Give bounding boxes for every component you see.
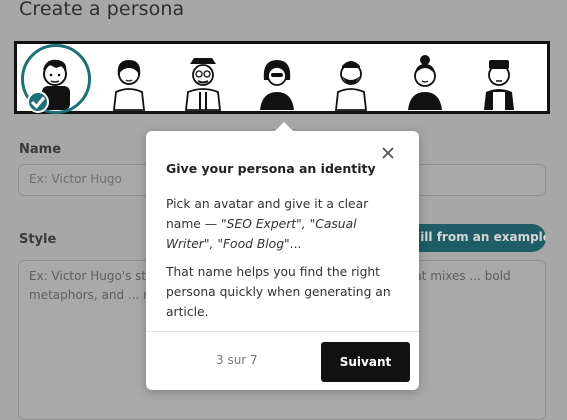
avatar-option-2[interactable] <box>96 46 162 112</box>
person-illustration-icon <box>260 60 294 110</box>
popover-paragraph-2: That name helps you find the right perso… <box>166 265 391 319</box>
avatar-option-6[interactable] <box>392 46 458 112</box>
person-illustration-icon <box>484 60 514 110</box>
popover-title: Give your persona an identity <box>166 161 376 176</box>
person-illustration-icon <box>408 55 442 110</box>
popover-ellipsis: ... <box>289 237 302 251</box>
person-illustration-icon <box>334 61 368 111</box>
popover-arrow <box>274 122 294 132</box>
person-illustration-icon <box>112 60 146 111</box>
avatar-option-3[interactable] <box>170 46 236 112</box>
person-illustration-icon <box>184 58 222 111</box>
divider <box>146 331 419 332</box>
avatar-option-4[interactable] <box>244 46 310 112</box>
style-label: Style <box>19 232 57 247</box>
avatar-option-7[interactable] <box>466 46 532 112</box>
onboarding-popover: Give your persona an identity Pick an av… <box>146 122 419 390</box>
popover-paragraph-1: Pick an avatar and give it a clear name … <box>166 194 406 254</box>
close-icon[interactable] <box>378 143 398 163</box>
step-counter: 3 sur 7 <box>216 353 258 367</box>
name-label: Name <box>19 142 62 157</box>
popover-body: Pick an avatar and give it a clear name … <box>166 194 406 330</box>
avatar-picker <box>14 41 550 114</box>
avatar-option-5[interactable] <box>318 46 384 112</box>
avatar-option-1[interactable] <box>21 44 91 114</box>
next-button[interactable]: Suivant <box>321 342 410 382</box>
page-title: Create a persona <box>19 0 185 20</box>
check-icon <box>27 91 49 113</box>
